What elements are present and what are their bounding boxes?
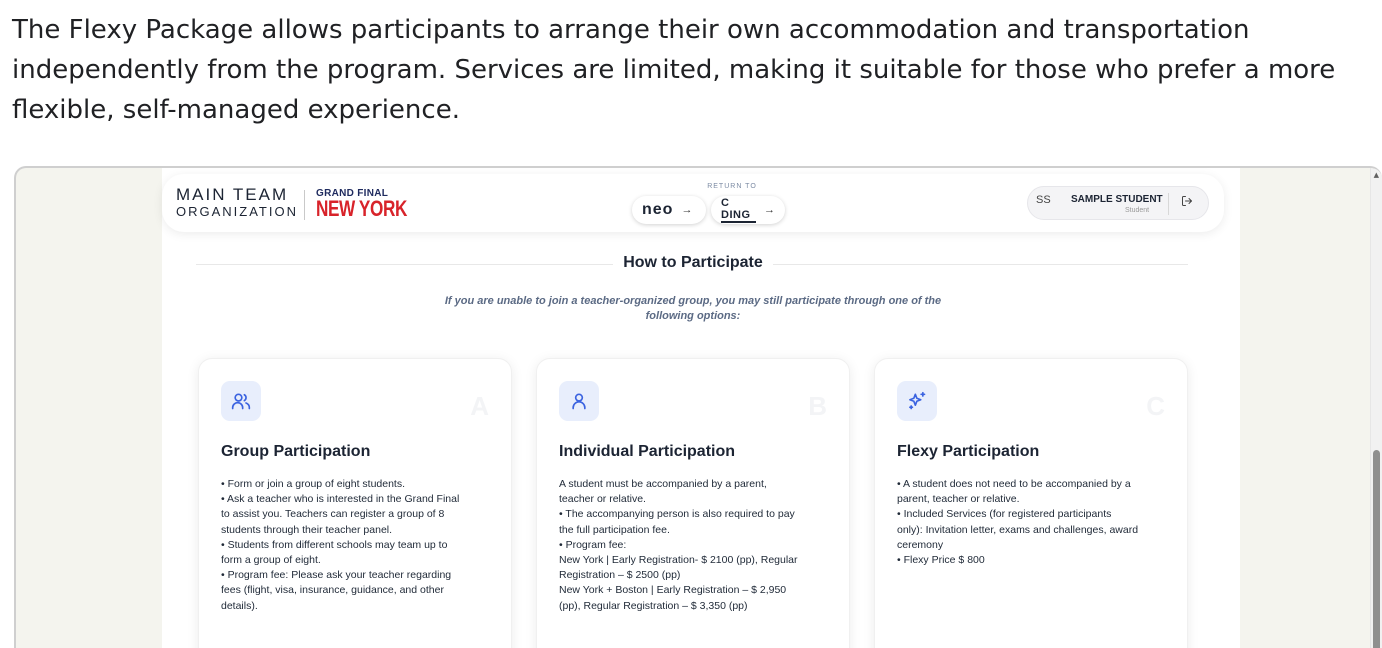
card-line: to assist you. Teachers can register a g… <box>221 508 445 521</box>
main-team-logo[interactable]: MAIN TEAM ORGANIZATION <box>176 186 298 220</box>
arrow-right-icon: → <box>681 204 693 216</box>
coding-logo: C DING <box>721 197 756 223</box>
card-body: A student must be accompanied by a paren… <box>559 477 831 614</box>
users-icon <box>221 381 261 421</box>
section-subtitle: If you are unable to join a teacher-orga… <box>444 295 942 322</box>
card-group-participation: A Group Participation • Form or join a g… <box>198 358 512 648</box>
card-line: ceremony <box>897 538 944 551</box>
logo-line1: MAIN TEAM <box>176 185 289 204</box>
neo-logo: neo <box>642 201 674 218</box>
user-name: SAMPLE STUDENT <box>1071 194 1163 205</box>
city-label: NEW YORK <box>316 196 407 221</box>
card-line: parent, teacher or relative. <box>897 493 1020 506</box>
card-line: • Program fee: Please ask your teacher r… <box>221 569 452 582</box>
return-coding-button[interactable]: C DING → <box>711 196 785 224</box>
section-title-text: How to Participate <box>613 254 773 271</box>
card-line: New York + Boston | Early Registration –… <box>559 584 787 597</box>
card-title: Group Participation <box>221 443 371 460</box>
card-line: teacher or relative. <box>559 493 646 506</box>
scrollbar-thumb[interactable] <box>1373 450 1380 648</box>
user-role: Student <box>1125 207 1150 214</box>
browser-frame: MAIN TEAM ORGANIZATION GRAND FINAL NEW Y… <box>14 166 1382 648</box>
card-line: • Program fee: <box>559 538 627 551</box>
card-line: • Ask a teacher who is interested in the… <box>221 493 460 506</box>
card-individual-participation: B Individual Participation A student mus… <box>536 358 850 648</box>
page-content: MAIN TEAM ORGANIZATION GRAND FINAL NEW Y… <box>162 168 1240 648</box>
card-letter: C <box>1146 391 1165 421</box>
card-line: • Included Services (for registered part… <box>897 508 1112 521</box>
logout-icon[interactable] <box>1181 195 1193 210</box>
card-body: • A student does not need to be accompan… <box>897 477 1169 568</box>
return-to-label: RETURN TO <box>707 183 757 190</box>
logo-divider <box>304 190 305 220</box>
sparkles-icon <box>897 381 937 421</box>
card-line: details). <box>221 599 258 612</box>
card-line: (pp), Regular Registration – $ 3,350 (pp… <box>559 599 748 612</box>
card-letter: A <box>470 391 489 421</box>
card-line: students through their teacher panel. <box>221 523 393 536</box>
card-line: form a group of eight. <box>221 554 321 567</box>
card-line: • Flexy Price $ 800 <box>897 554 985 567</box>
card-line: A student must be accompanied by a paren… <box>559 478 767 490</box>
scroll-up-icon[interactable]: ▲ <box>1374 171 1379 179</box>
card-body: • Form or join a group of eight students… <box>221 477 493 614</box>
card-line: • A student does not need to be accompan… <box>897 478 1131 490</box>
scrollbar[interactable]: ▲ <box>1370 168 1382 648</box>
grand-final-logo: GRAND FINAL NEW YORK <box>316 188 433 221</box>
card-line: the full participation fee. <box>559 523 670 536</box>
card-letter: B <box>808 391 827 421</box>
card-line: • Students from different schools may te… <box>221 538 448 551</box>
arrow-right-icon: → <box>764 204 775 216</box>
avatar: SS <box>1036 194 1051 206</box>
card-title: Individual Participation <box>559 443 736 460</box>
top-navigation-bar: MAIN TEAM ORGANIZATION GRAND FINAL NEW Y… <box>162 174 1224 232</box>
card-line: • The accompanying person is also requir… <box>559 508 795 521</box>
card-line: only): Invitation letter, exams and chal… <box>897 523 1139 536</box>
card-line: fees (flight, visa, insurance, guidance,… <box>221 584 444 597</box>
card-title: Flexy Participation <box>897 443 1040 460</box>
return-neo-button[interactable]: neo → <box>632 196 706 224</box>
user-menu[interactable]: SS SAMPLE STUDENT Student <box>1027 186 1209 220</box>
logo-line2: ORGANIZATION <box>176 204 298 219</box>
user-icon <box>559 381 599 421</box>
card-line: • Form or join a group of eight students… <box>221 478 406 490</box>
card-flexy-participation: C Flexy Participation • A student does n… <box>874 358 1188 648</box>
card-line: Registration – $ 2500 (pp) <box>559 569 681 582</box>
card-line: New York | Early Registration- $ 2100 (p… <box>559 554 798 567</box>
user-divider <box>1168 193 1169 215</box>
section-title: How to Participate <box>162 254 1224 272</box>
intro-paragraph: The Flexy Package allows participants to… <box>12 15 1336 125</box>
